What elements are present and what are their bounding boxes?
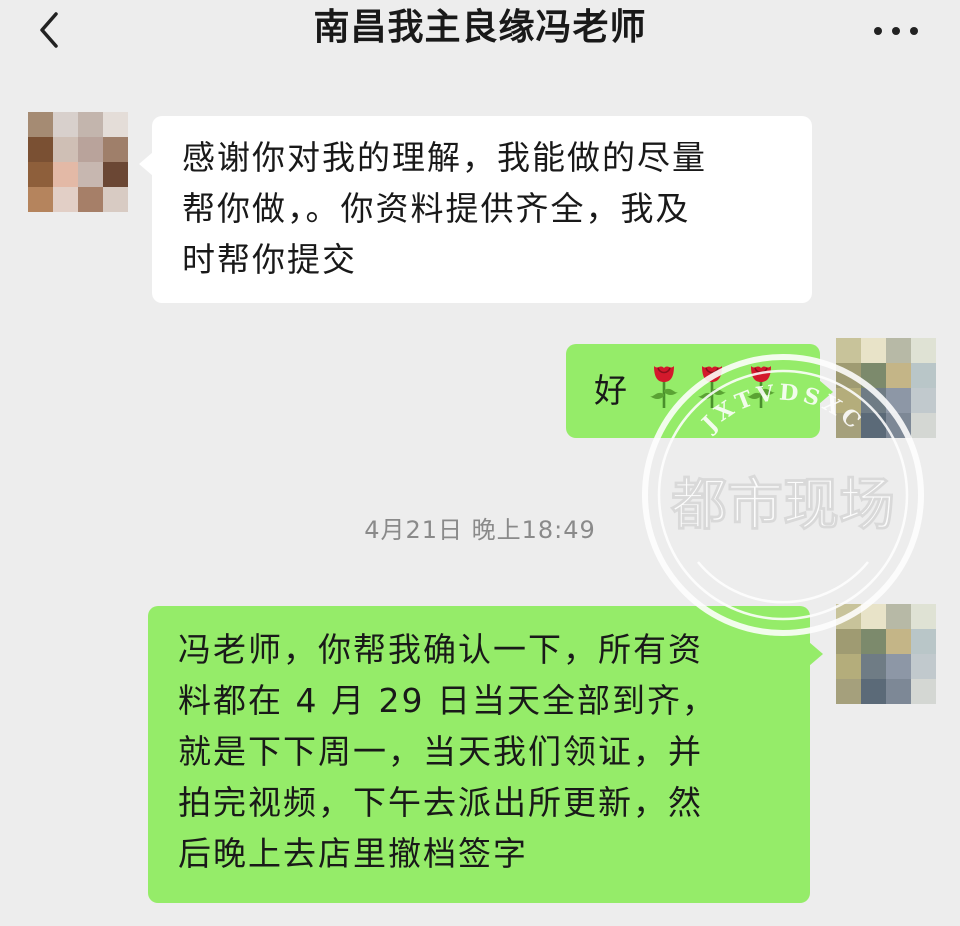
more-horizontal-icon [874,27,918,35]
message-line: 就是下下周一，当天我们领证，并 [178,732,703,771]
avatar-other[interactable] [28,112,128,212]
chat-title: 南昌我主良缘冯老师 [313,7,647,48]
bubble-tail [809,642,823,666]
message-line: 料都在 4 月 29 日当天全部到齐， [178,681,717,720]
message-line: 时帮你提交 [182,240,357,279]
message-line: 感谢你对我的理解，我能做的尽量 [182,138,707,177]
message-text: 好 [594,371,629,410]
message-bubble-outgoing[interactable]: 冯老师，你帮我确认一下，所有资 料都在 4 月 29 日当天全部到齐， 就是下下… [148,606,823,903]
watermark-stamp: JXTVDSXC 都市现场 [642,354,924,636]
chat-header: 南昌我主良缘冯老师 [0,0,960,62]
message-line: 拍完视频，下午去派出所更新，然 [178,783,703,822]
watermark-main-text: 都市现场 [670,473,895,538]
message-line: 帮你做，。你资料提供齐全，我及 [182,189,691,228]
more-button[interactable] [868,8,924,52]
bubble-tail [139,152,153,176]
message-bubble-incoming[interactable]: 感谢你对我的理解，我能做的尽量 帮你做，。你资料提供齐全，我及 时帮你提交 [139,116,812,303]
message-line: 后晚上去店里撤档签字 [178,834,528,873]
